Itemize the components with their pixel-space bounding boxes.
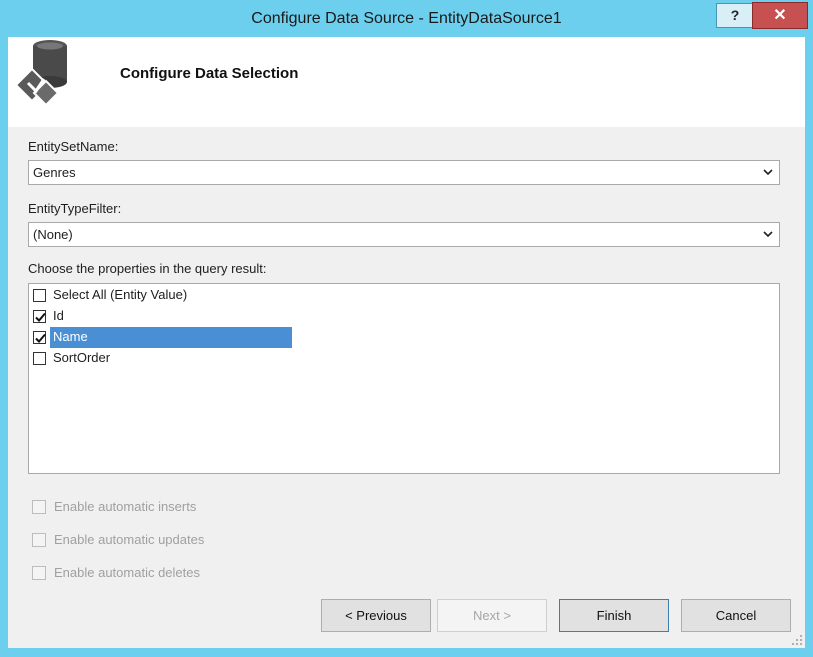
next-button[interactable]: Next > bbox=[437, 599, 547, 632]
entity-set-value: Genres bbox=[33, 165, 76, 180]
property-item-sortorder[interactable]: SortOrder bbox=[30, 348, 292, 369]
entity-set-dropdown[interactable]: Genres bbox=[28, 160, 780, 185]
finish-button[interactable]: Finish bbox=[559, 599, 669, 632]
checkbox-checked[interactable] bbox=[33, 331, 46, 344]
checkbox-disabled[interactable] bbox=[32, 500, 46, 514]
option-label: Enable automatic deletes bbox=[54, 565, 200, 580]
checkmark-icon bbox=[35, 312, 46, 322]
chevron-down-icon bbox=[763, 231, 773, 238]
dialog-window: Configure Data Source - EntityDataSource… bbox=[0, 0, 813, 657]
entity-type-value: (None) bbox=[33, 227, 73, 242]
checkbox-disabled[interactable] bbox=[32, 566, 46, 580]
property-label: Select All (Entity Value) bbox=[53, 287, 188, 302]
property-label: Name bbox=[50, 327, 292, 348]
entity-set-label: EntitySetName: bbox=[28, 139, 119, 154]
resize-grip-icon[interactable] bbox=[791, 634, 803, 646]
property-item-name[interactable]: Name bbox=[30, 327, 292, 348]
chevron-down-icon bbox=[763, 169, 773, 176]
checkbox-disabled[interactable] bbox=[32, 533, 46, 547]
property-item-id[interactable]: Id bbox=[30, 306, 292, 327]
properties-label: Choose the properties in the query resul… bbox=[28, 261, 267, 276]
entity-type-label: EntityTypeFilter: bbox=[28, 201, 122, 216]
help-button[interactable]: ? bbox=[716, 3, 754, 28]
property-label: Id bbox=[53, 308, 64, 323]
dialog-body: Configure Data Selection EntitySetName: … bbox=[8, 37, 805, 648]
window-title: Configure Data Source - EntityDataSource… bbox=[251, 10, 562, 27]
wizard-header: Configure Data Selection bbox=[8, 37, 805, 127]
checkbox[interactable] bbox=[33, 289, 46, 302]
previous-button[interactable]: < Previous bbox=[321, 599, 431, 632]
checkbox-checked[interactable] bbox=[33, 310, 46, 323]
properties-list[interactable]: Select All (Entity Value) Id Name SortOr… bbox=[28, 283, 780, 474]
option-label: Enable automatic inserts bbox=[54, 499, 197, 514]
entity-type-dropdown[interactable]: (None) bbox=[28, 222, 780, 247]
cancel-button[interactable]: Cancel bbox=[681, 599, 791, 632]
title-bar[interactable]: Configure Data Source - EntityDataSource… bbox=[0, 0, 813, 36]
page-title: Configure Data Selection bbox=[120, 65, 299, 82]
option-label: Enable automatic updates bbox=[54, 532, 205, 547]
checkmark-icon bbox=[35, 333, 46, 343]
property-label: SortOrder bbox=[53, 350, 111, 365]
checkbox[interactable] bbox=[33, 352, 46, 365]
database-wizard-icon bbox=[14, 40, 67, 107]
close-button[interactable]: ✕ bbox=[752, 2, 808, 29]
property-item-select-all[interactable]: Select All (Entity Value) bbox=[30, 285, 292, 306]
